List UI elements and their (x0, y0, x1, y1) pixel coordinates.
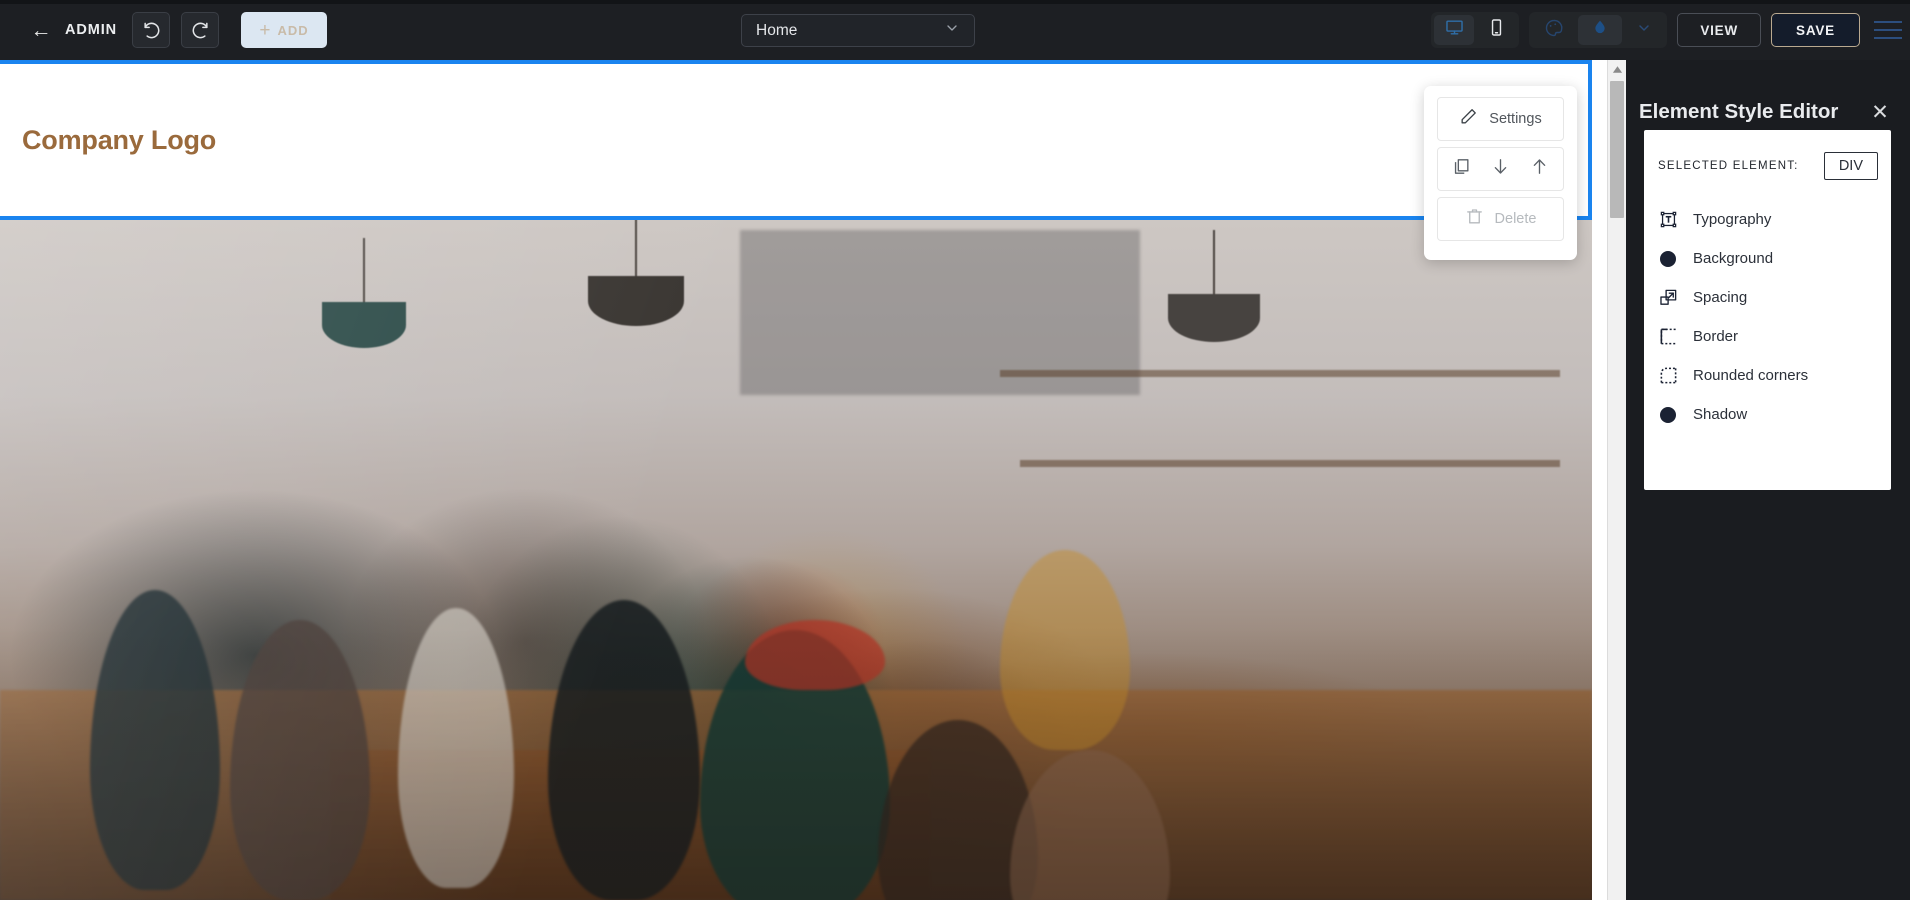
redo-icon (191, 21, 210, 40)
undo-icon (142, 21, 161, 40)
add-button-label: ADD (277, 22, 309, 38)
typography-icon (1658, 210, 1678, 230)
admin-label: ADMIN (65, 22, 118, 38)
style-item-label: Border (1693, 328, 1739, 345)
device-preview-toggle (1431, 12, 1520, 48)
scroll-up-arrow-icon[interactable] (1608, 60, 1626, 79)
style-item-label: Typography (1693, 211, 1772, 228)
arrow-up-icon[interactable] (1530, 157, 1549, 181)
page-selector-value: Home (756, 21, 798, 39)
selected-element-tag[interactable]: DIV (1823, 152, 1878, 180)
undo-button[interactable] (132, 12, 171, 48)
mobile-view-button[interactable] (1476, 15, 1516, 45)
plus-icon: + (259, 19, 271, 41)
style-tools-dropdown[interactable] (1624, 15, 1664, 45)
style-options-card: SELECTED ELEMENT: DIV Typography Backgro… (1644, 130, 1891, 490)
water-drop-icon (1590, 18, 1610, 43)
arrow-down-icon[interactable] (1491, 157, 1510, 181)
hero-overlay (0, 220, 1592, 900)
duplicate-icon[interactable] (1452, 157, 1471, 181)
hamburger-menu-icon[interactable] (1870, 15, 1904, 45)
style-item-label: Rounded corners (1693, 367, 1809, 384)
desktop-view-button[interactable] (1434, 15, 1475, 45)
page-canvas: Company Logo (0, 60, 1607, 900)
style-tools-group (1529, 12, 1668, 48)
rounded-corners-icon (1658, 366, 1678, 386)
palette-button[interactable] (1532, 15, 1576, 45)
style-item-shadow[interactable]: Shadow (1644, 395, 1891, 434)
canvas-scrollbar[interactable] (1607, 60, 1626, 900)
selected-header-block[interactable]: Company Logo (0, 60, 1592, 220)
mobile-icon (1487, 18, 1506, 42)
spacing-icon (1658, 288, 1678, 308)
style-item-background[interactable]: Background (1644, 239, 1891, 278)
palette-icon (1544, 18, 1564, 43)
border-icon (1658, 327, 1678, 347)
trash-icon (1465, 207, 1484, 231)
chevron-down-icon (944, 20, 960, 41)
delete-menu-label: Delete (1494, 211, 1537, 227)
redo-button[interactable] (181, 12, 220, 48)
selected-element-row: SELECTED ELEMENT: DIV (1644, 152, 1891, 180)
top-toolbar: ← ADMIN + ADD Home VIEW SAVE (0, 0, 1910, 60)
chevron-down-icon (1636, 20, 1652, 41)
page-selector[interactable]: Home (741, 14, 975, 47)
delete-menu-item[interactable]: Delete (1437, 197, 1564, 241)
arrow-left-icon[interactable]: ← (28, 17, 54, 43)
style-item-border[interactable]: Border (1644, 317, 1891, 356)
style-item-label: Background (1693, 250, 1774, 267)
theme-color-button[interactable] (1578, 15, 1623, 45)
shadow-circle-icon (1658, 405, 1678, 425)
toolbar-right-group: VIEW SAVE (1431, 0, 1910, 60)
hero-image[interactable] (0, 220, 1592, 900)
block-actions-group (1437, 147, 1564, 191)
element-style-editor-panel: Element Style Editor ✕ SELECTED ELEMENT:… (1626, 60, 1910, 900)
panel-title: Element Style Editor (1639, 100, 1839, 123)
save-button[interactable]: SAVE (1771, 13, 1860, 47)
close-icon[interactable]: ✕ (1867, 99, 1893, 125)
style-item-label: Spacing (1693, 289, 1748, 306)
view-button[interactable]: VIEW (1677, 13, 1762, 47)
toolbar-left-group: ← ADMIN + ADD (0, 12, 328, 48)
selected-element-label: SELECTED ELEMENT: (1658, 160, 1799, 172)
scrollbar-thumb[interactable] (1610, 81, 1624, 218)
style-item-spacing[interactable]: Spacing (1644, 278, 1891, 317)
style-item-typography[interactable]: Typography (1644, 200, 1891, 239)
settings-menu-label: Settings (1489, 111, 1542, 127)
add-button[interactable]: + ADD (241, 12, 328, 48)
background-circle-icon (1658, 249, 1678, 269)
block-context-menu: Settings Delete (1424, 86, 1577, 260)
pencil-icon (1459, 107, 1478, 131)
settings-menu-item[interactable]: Settings (1437, 97, 1564, 141)
desktop-icon (1445, 18, 1464, 42)
style-item-rounded-corners[interactable]: Rounded corners (1644, 356, 1891, 395)
company-logo[interactable]: Company Logo (22, 125, 216, 156)
style-item-label: Shadow (1693, 406, 1748, 423)
